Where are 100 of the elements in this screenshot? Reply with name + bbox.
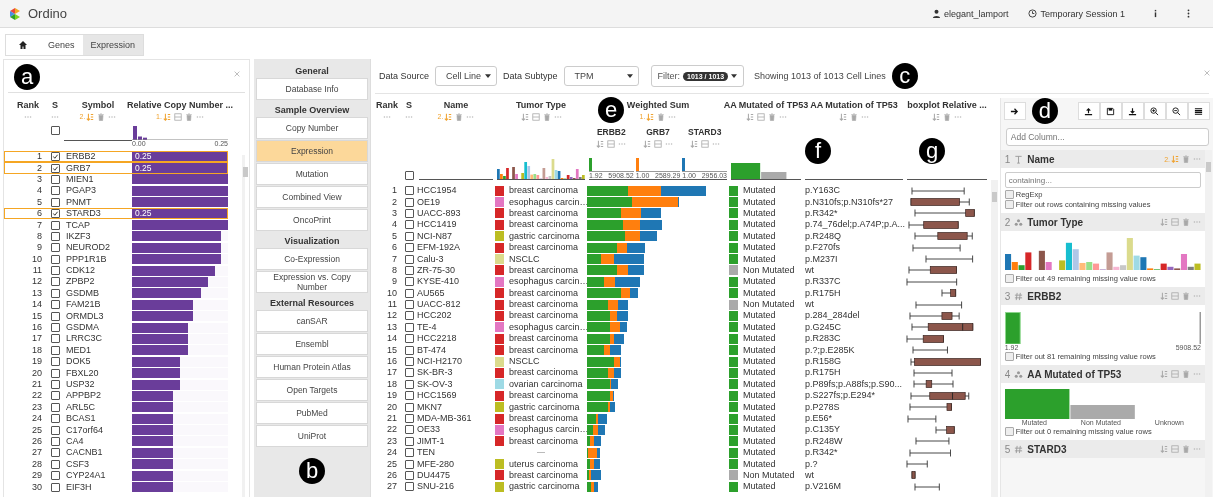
row-checkbox[interactable] xyxy=(404,425,414,435)
row-checkbox[interactable] xyxy=(50,266,60,276)
column-header[interactable]: Rank xyxy=(17,99,39,111)
column-header[interactable]: AA Mutated of TP53 xyxy=(723,99,809,111)
row-checkbox[interactable] xyxy=(50,243,60,253)
column-header[interactable]: Relative Copy Number ... xyxy=(127,99,233,111)
row-checkbox[interactable] xyxy=(404,300,414,310)
row-checkbox[interactable] xyxy=(404,277,414,287)
column-header[interactable]: AA Mutation of TP53 xyxy=(810,99,898,111)
session-menu[interactable]: Temporary Session 1 xyxy=(1028,8,1125,19)
row-checkbox[interactable] xyxy=(50,414,60,424)
row-checkbox[interactable] xyxy=(404,357,414,367)
row-checkbox[interactable] xyxy=(404,197,414,207)
collapse-button[interactable] xyxy=(1003,102,1026,120)
row-checkbox[interactable] xyxy=(50,163,60,173)
column-header[interactable]: Tumor Type xyxy=(515,99,567,111)
sidebar-button[interactable]: PubMed xyxy=(256,402,368,424)
add-column-field[interactable]: Add Column... xyxy=(1005,128,1209,146)
sidebar-button[interactable]: Mutation xyxy=(256,163,368,185)
row-checkbox[interactable] xyxy=(50,448,60,458)
sidebar-button[interactable]: Combined View xyxy=(256,186,368,208)
download-button[interactable] xyxy=(1122,102,1144,120)
column-header[interactable]: boxplot Relative ... xyxy=(907,99,987,111)
row-checkbox[interactable] xyxy=(50,209,60,219)
row-checkbox[interactable] xyxy=(404,243,414,253)
sidebar-button[interactable]: Database Info xyxy=(256,78,368,100)
user-menu[interactable]: elegant_lamport xyxy=(931,8,1009,19)
row-checkbox[interactable] xyxy=(50,436,60,446)
row-checkbox[interactable] xyxy=(404,186,414,196)
row-checkbox[interactable] xyxy=(50,334,60,344)
data-subtype-select[interactable]: TPM xyxy=(563,66,639,86)
row-checkbox[interactable] xyxy=(404,208,414,218)
sidebar-button[interactable]: Co-Expression xyxy=(256,248,368,270)
sidebar-button[interactable]: canSAR xyxy=(256,310,368,332)
row-checkbox[interactable] xyxy=(50,323,60,333)
row-checkbox[interactable] xyxy=(404,402,414,412)
row-checkbox[interactable] xyxy=(404,265,414,275)
row-checkbox[interactable] xyxy=(50,368,60,378)
row-checkbox[interactable] xyxy=(404,368,414,378)
sidebar-button[interactable]: UniProt xyxy=(256,425,368,447)
filter-field[interactable]: containing... xyxy=(1004,172,1201,188)
column-header[interactable]: S xyxy=(52,99,58,111)
data-source-select[interactable]: Cell Line xyxy=(435,66,498,86)
zoom-out-button[interactable] xyxy=(1166,102,1188,120)
row-checkbox[interactable] xyxy=(404,448,414,458)
sidebar-button[interactable]: Open Targets xyxy=(256,379,368,401)
row-checkbox[interactable] xyxy=(404,254,414,264)
sidebar-button[interactable]: Expression xyxy=(256,140,368,162)
row-checkbox[interactable] xyxy=(404,482,414,492)
row-checkbox[interactable] xyxy=(404,322,414,332)
row-checkbox[interactable] xyxy=(404,220,414,230)
column-header[interactable]: Weighted Sum xyxy=(626,99,690,111)
zoom-in-button[interactable] xyxy=(1144,102,1166,120)
column-header[interactable]: S xyxy=(406,99,412,111)
column-header[interactable]: Name xyxy=(443,99,469,111)
row-checkbox[interactable] xyxy=(50,402,60,412)
sidebar-button[interactable]: Human Protein Atlas xyxy=(256,356,368,378)
row-checkbox[interactable] xyxy=(50,152,60,162)
row-checkbox[interactable] xyxy=(50,471,60,481)
list-button[interactable] xyxy=(1188,102,1210,120)
sidebar-button[interactable]: OncoPrint xyxy=(256,209,368,231)
row-checkbox[interactable] xyxy=(50,231,60,241)
row-checkbox[interactable] xyxy=(50,459,60,469)
scrollbar[interactable] xyxy=(1205,150,1212,497)
row-checkbox[interactable] xyxy=(50,425,60,435)
row-checkbox[interactable] xyxy=(50,254,60,264)
column-header[interactable]: Rank xyxy=(376,99,398,111)
column-header[interactable]: STARD3 xyxy=(688,127,722,138)
row-checkbox[interactable] xyxy=(404,436,414,446)
sidebar-button[interactable]: Ensembl xyxy=(256,333,368,355)
row-checkbox[interactable] xyxy=(404,414,414,423)
row-checkbox[interactable] xyxy=(50,357,60,367)
row-checkbox[interactable] xyxy=(50,482,60,492)
scrollbar[interactable] xyxy=(990,180,998,497)
row-checkbox[interactable] xyxy=(50,345,60,355)
sidebar-button[interactable]: Expression vs. Copy Number xyxy=(256,271,368,293)
select-all-checkbox[interactable] xyxy=(50,126,60,135)
save-button[interactable] xyxy=(1100,102,1122,120)
row-checkbox[interactable] xyxy=(50,174,60,184)
select-all-checkbox[interactable] xyxy=(404,171,414,180)
column-header[interactable]: GRB7 xyxy=(646,127,670,138)
row-checkbox[interactable] xyxy=(50,220,60,230)
row-checkbox[interactable] xyxy=(404,345,414,355)
row-checkbox[interactable] xyxy=(50,186,60,196)
row-checkbox[interactable] xyxy=(404,379,414,389)
row-checkbox[interactable] xyxy=(50,288,60,298)
row-checkbox[interactable] xyxy=(50,277,60,287)
row-checkbox[interactable] xyxy=(50,311,60,321)
row-checkbox[interactable] xyxy=(404,288,414,298)
row-checkbox[interactable] xyxy=(404,231,414,241)
sidebar-button[interactable]: Copy Number xyxy=(256,117,368,139)
row-checkbox[interactable] xyxy=(50,380,60,389)
upload-button[interactable] xyxy=(1078,102,1100,120)
row-checkbox[interactable] xyxy=(50,300,60,310)
breadcrumb-tab[interactable]: Expression xyxy=(82,35,144,55)
column-header[interactable]: ERBB2 xyxy=(596,127,626,138)
column-header[interactable]: Symbol xyxy=(81,99,115,111)
row-checkbox[interactable] xyxy=(404,470,414,480)
row-checkbox[interactable] xyxy=(404,334,414,344)
row-checkbox[interactable] xyxy=(50,197,60,207)
